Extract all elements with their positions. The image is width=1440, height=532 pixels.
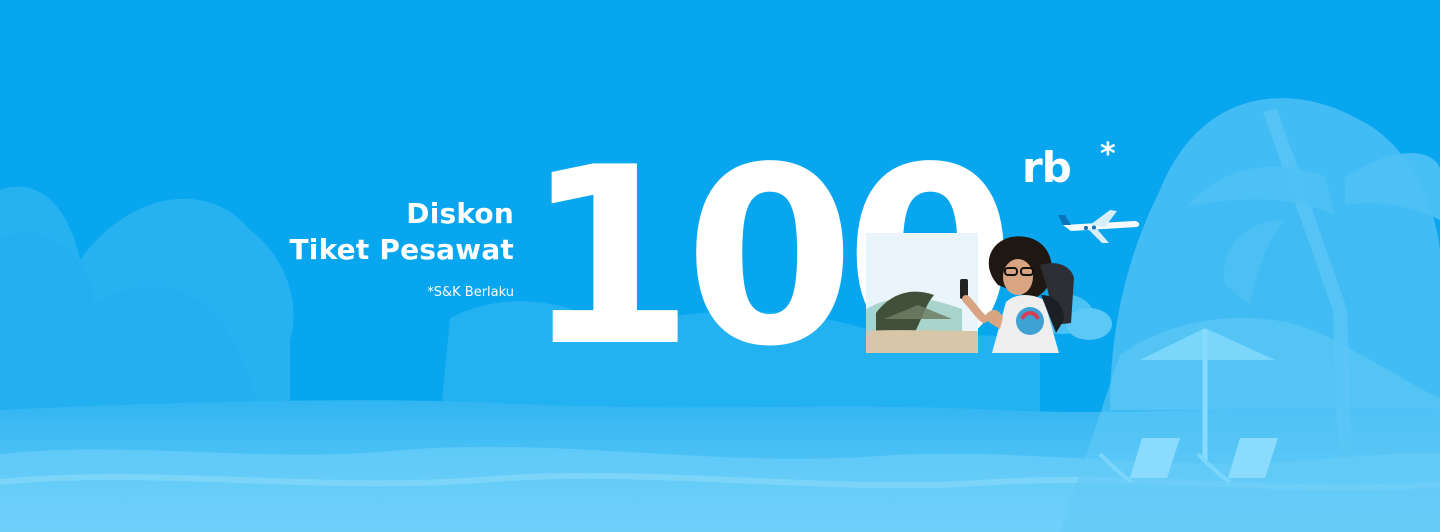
promo-banner[interactable]: Diskon Tiket Pesawat *S&K Berlaku 100 rb… [0,0,1440,532]
promo-title-line-1: Diskon [406,197,514,230]
terms-note: *S&K Berlaku [427,285,514,300]
discount-unit-asterisk: * [1100,137,1116,172]
promo-copy: Diskon Tiket Pesawat *S&K Berlaku [240,196,514,301]
traveler-photo-cutout [866,233,1074,353]
discount-unit: rb [1022,143,1072,192]
promo-title-line-2: Tiket Pesawat [289,233,514,266]
